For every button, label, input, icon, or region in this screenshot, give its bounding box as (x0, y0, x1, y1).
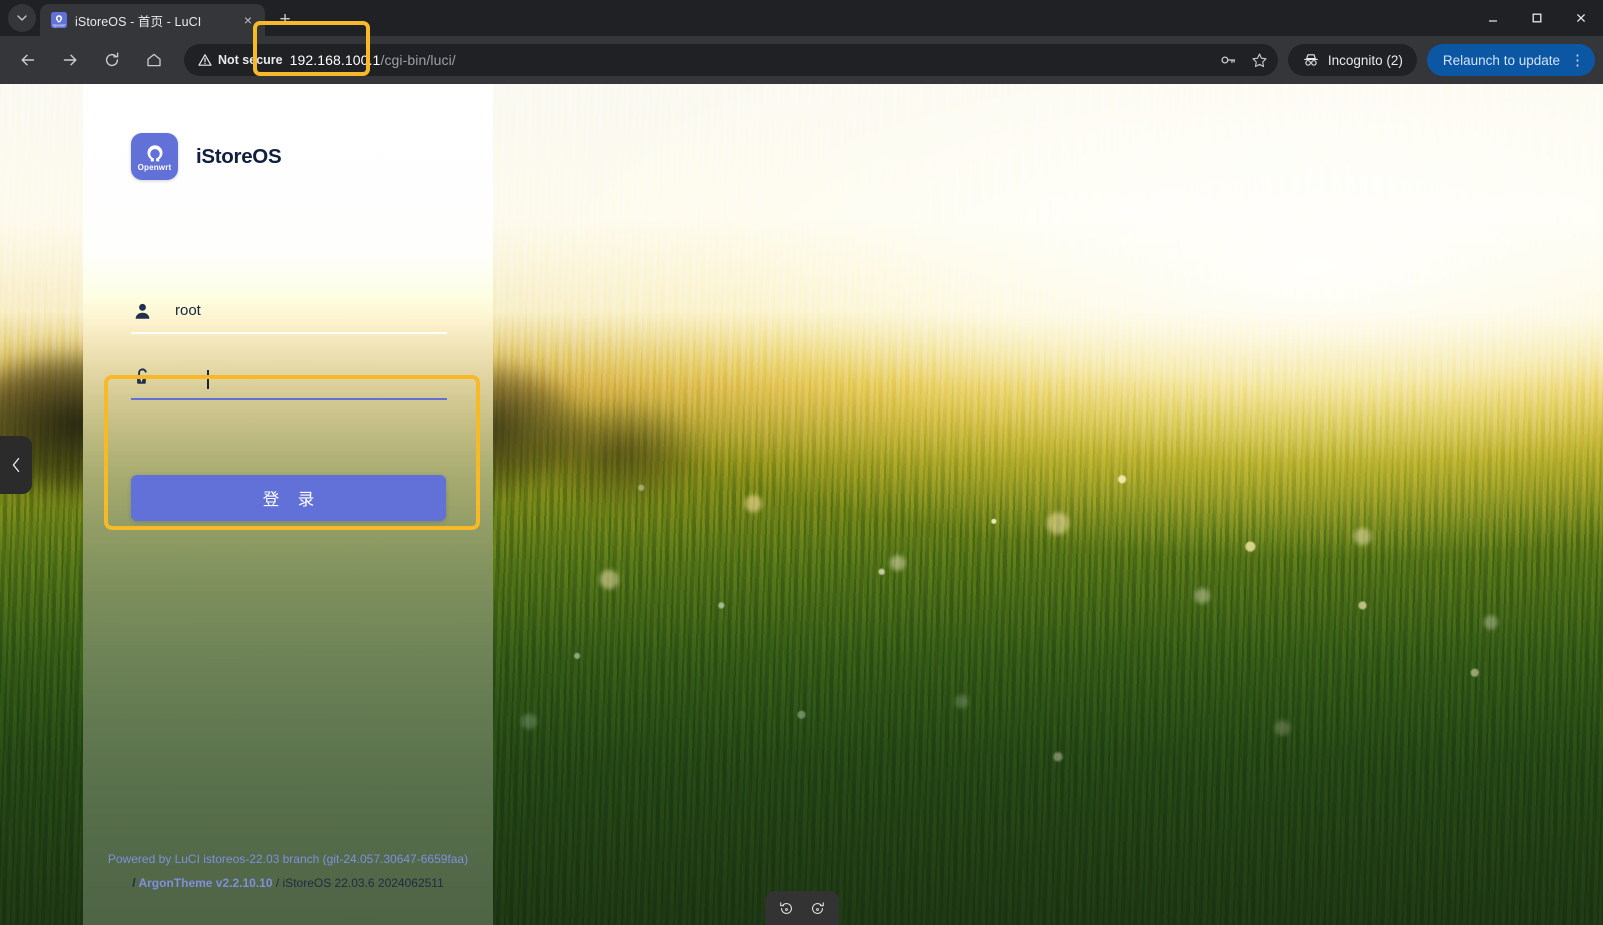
window-minimize-button[interactable] (1471, 1, 1515, 35)
home-button[interactable] (138, 44, 170, 76)
maximize-icon (1532, 13, 1542, 23)
browser-tab-strip: Openwrt iStoreOS - 首页 - LuCI × + (0, 0, 1603, 36)
page-rotate-toolbar (764, 891, 839, 925)
unlock-icon (131, 362, 153, 392)
chevron-down-icon (17, 15, 27, 21)
browser-menu-icon[interactable]: ⋮ (1570, 53, 1585, 68)
istoreos-favicon: Openwrt (51, 12, 67, 28)
security-status-label: Not secure (218, 53, 283, 67)
footer-line-2: / ArgonTheme v2.2.10.10 / iStoreOS 22.03… (83, 871, 493, 895)
tab-search-button[interactable] (8, 4, 36, 32)
chevron-left-icon (12, 457, 19, 473)
footer-line2-suffix: / iStoreOS 22.03.6 2024062511 (272, 876, 444, 890)
window-maximize-button[interactable] (1515, 1, 1559, 35)
password-field-row (131, 362, 447, 400)
reload-button[interactable] (96, 44, 128, 76)
login-footer: Powered by LuCI istoreos-22.03 branch (g… (83, 847, 493, 895)
username-input[interactable] (175, 296, 447, 326)
password-input[interactable] (175, 362, 447, 392)
brand-name: iStoreOS (196, 144, 282, 168)
footer-line-1: Powered by LuCI istoreos-22.03 branch (g… (83, 847, 493, 871)
window-controls (1471, 0, 1603, 36)
arrow-right-icon (63, 54, 77, 66)
footer-argon-theme-link[interactable]: ArgonTheme v2.2.10.10 (138, 876, 272, 890)
relaunch-label: Relaunch to update (1442, 52, 1560, 68)
back-button[interactable] (12, 44, 44, 76)
login-fields (131, 296, 447, 400)
reload-icon (105, 52, 119, 67)
forward-button[interactable] (54, 44, 86, 76)
omnibox-actions (1219, 51, 1268, 69)
close-icon (1576, 13, 1586, 23)
new-tab-button[interactable]: + (271, 6, 299, 34)
username-underline (131, 332, 447, 334)
login-panel: Openwrt iStoreOS root 登 录 Powered by LuC… (83, 84, 493, 925)
password-underline (131, 398, 447, 400)
browser-tab-title: iStoreOS - 首页 - LuCI (75, 14, 202, 29)
incognito-indicator[interactable]: Incognito (2) (1287, 44, 1417, 76)
url-path: /cgi-bin/luci/ (380, 52, 456, 68)
home-icon (147, 53, 161, 67)
rotate-right-icon[interactable] (809, 900, 826, 917)
brand: Openwrt iStoreOS (131, 133, 282, 180)
password-key-icon[interactable] (1219, 51, 1237, 69)
openwrt-logo-icon: Openwrt (131, 133, 178, 180)
bookmark-star-icon[interactable] (1251, 52, 1268, 69)
login-submit-button[interactable]: 登 录 (131, 475, 446, 521)
browser-toolbar: Not secure 192.168.100.1/cgi-bin/luci/ I… (0, 21, 1603, 84)
security-status[interactable]: Not secure (198, 53, 283, 67)
svg-text:Openwrt: Openwrt (53, 23, 66, 27)
arrow-left-icon (21, 54, 35, 66)
minimize-icon (1489, 20, 1497, 22)
incognito-icon (1304, 54, 1318, 66)
warning-triangle-icon (198, 54, 212, 66)
page-viewport: Openwrt iStoreOS root 登 录 Powered by LuC… (0, 84, 1603, 925)
tab-close-icon[interactable]: × (239, 11, 257, 29)
sidebar-collapse-handle[interactable] (0, 436, 32, 494)
password-text-caret (207, 370, 209, 389)
relaunch-to-update-button[interactable]: Relaunch to update ⋮ (1426, 44, 1595, 76)
browser-tab[interactable]: Openwrt iStoreOS - 首页 - LuCI × (40, 4, 265, 36)
footer-luci-link[interactable]: Powered by LuCI istoreos-22.03 branch (g… (108, 852, 468, 866)
rotate-left-icon[interactable] (778, 900, 795, 917)
username-field-row (131, 296, 447, 334)
address-bar-url: 192.168.100.1/cgi-bin/luci/ (290, 52, 456, 68)
user-icon (131, 296, 153, 326)
address-bar[interactable]: Not secure 192.168.100.1/cgi-bin/luci/ (184, 44, 1278, 76)
url-host: 192.168.100.1 (289, 52, 381, 68)
login-form: Openwrt iStoreOS root 登 录 Powered by LuC… (83, 84, 493, 925)
window-close-button[interactable] (1559, 1, 1603, 35)
openwrt-logo-caption: Openwrt (137, 163, 172, 172)
browser-window: Openwrt iStoreOS - 首页 - LuCI × + Not sec… (0, 0, 1603, 925)
incognito-label: Incognito (2) (1327, 52, 1403, 68)
